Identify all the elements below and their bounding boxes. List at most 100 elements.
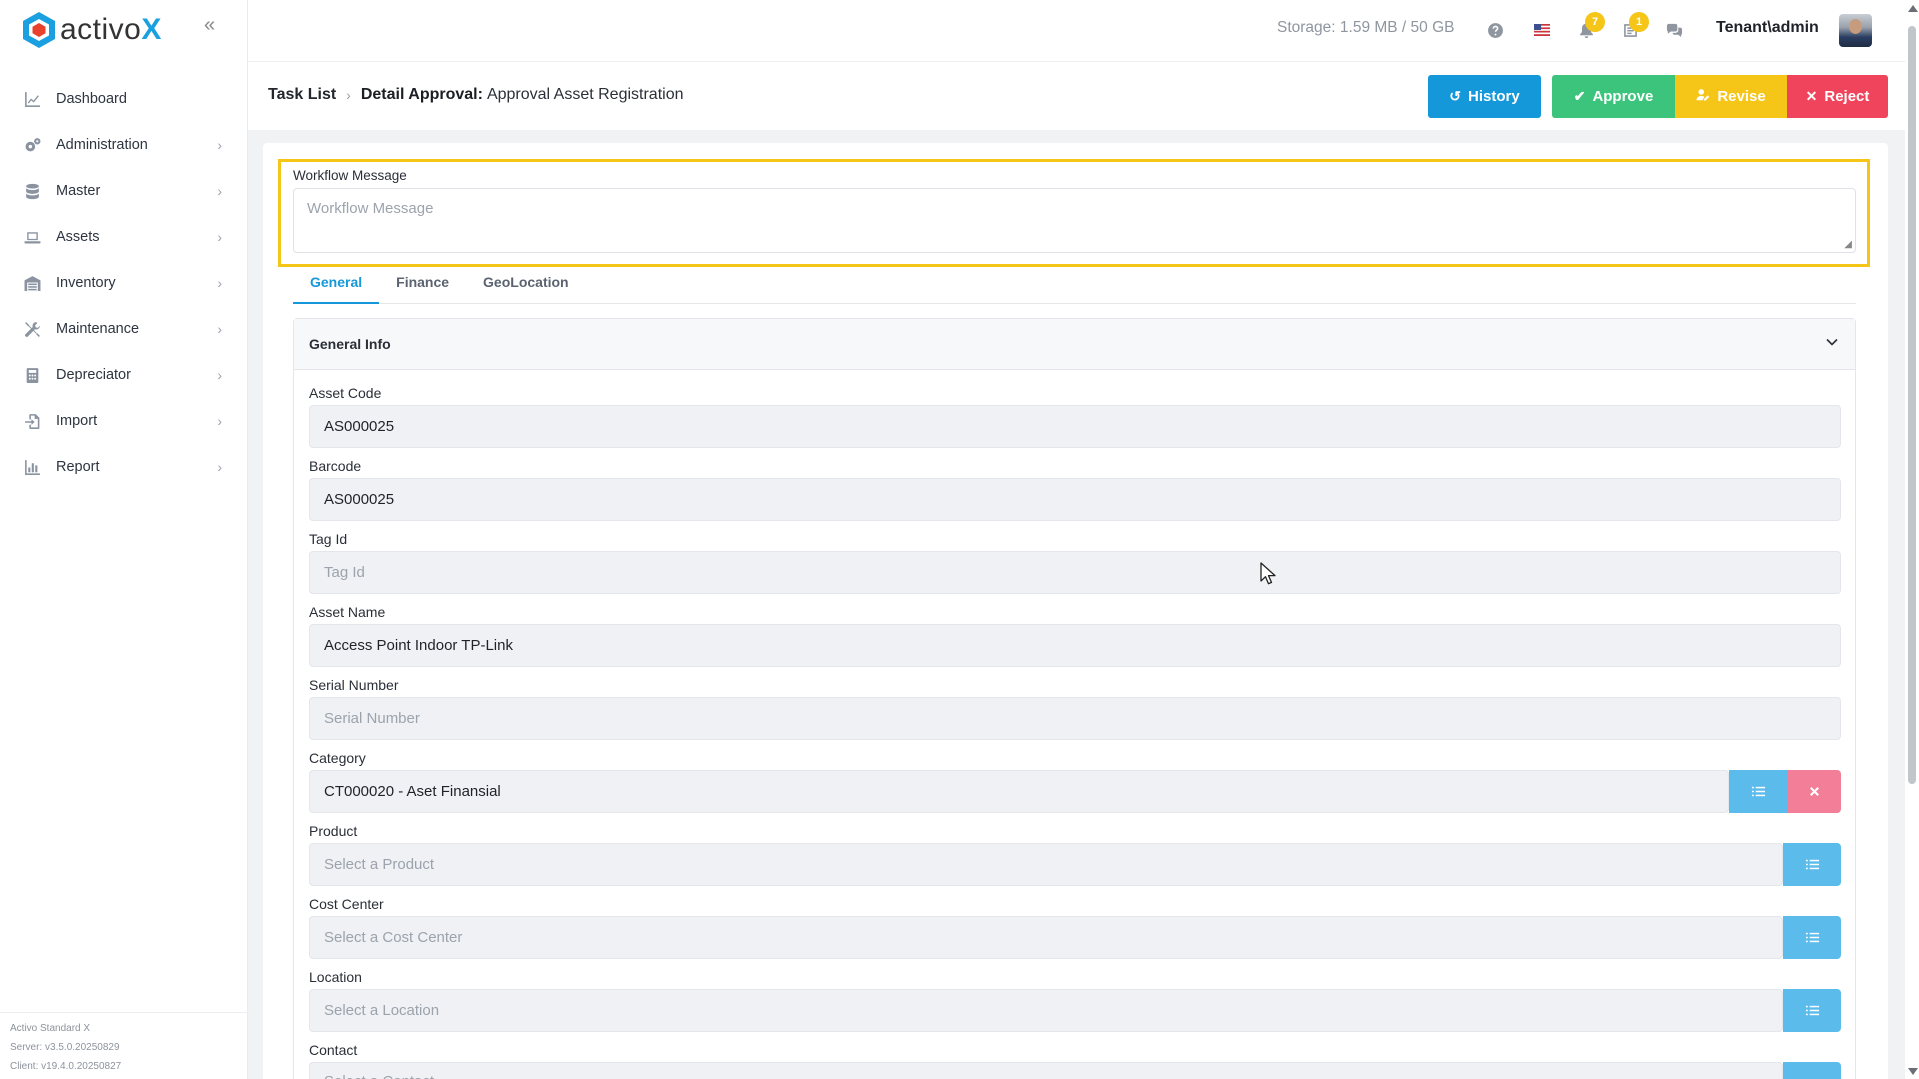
- barcode-field[interactable]: AS000025: [309, 478, 1841, 521]
- tasks-badge: 1: [1629, 12, 1649, 32]
- barcode-label: Barcode: [309, 458, 362, 474]
- sidebar-item-administration[interactable]: Administration ›: [0, 122, 248, 168]
- asset-name-label: Asset Name: [309, 604, 386, 620]
- sidebar-item-label: Import: [56, 413, 98, 429]
- breadcrumb: Task List › Detail Approval: Approval As…: [268, 86, 683, 104]
- sidebar-item-label: Depreciator: [56, 367, 131, 383]
- cost-center-label: Cost Center: [309, 896, 384, 912]
- tab-geolocation[interactable]: GeoLocation: [466, 270, 586, 304]
- chevron-down-icon: [1826, 338, 1838, 346]
- sidebar-item-depreciator[interactable]: Depreciator ›: [0, 352, 248, 398]
- tag-id-field[interactable]: Tag Id: [309, 551, 1841, 594]
- location-select[interactable]: Select a Location: [309, 989, 1783, 1032]
- server-version: Server: v3.5.0.20250829: [10, 1042, 120, 1053]
- asset-code-label: Asset Code: [309, 385, 382, 401]
- resize-handle-icon[interactable]: ◢: [1844, 239, 1852, 250]
- asset-name-field[interactable]: Access Point Indoor TP-Link: [309, 624, 1841, 667]
- action-buttons: ↺ History ✔ Approve Revise ✕ Reject: [1428, 75, 1888, 118]
- storage-usage: Storage: 1.59 MB / 50 GB: [1277, 19, 1455, 36]
- calculator-icon: [22, 365, 42, 385]
- workflow-message-label: Workflow Message: [293, 168, 407, 183]
- sidebar-item-label: Inventory: [56, 275, 116, 291]
- chevron-right-icon: ›: [217, 183, 222, 199]
- contact-select-button[interactable]: [1783, 1062, 1841, 1079]
- version-info: Activo Standard X Server: v3.5.0.2025082…: [0, 1012, 248, 1079]
- location-select-button[interactable]: [1783, 989, 1841, 1032]
- approve-button[interactable]: ✔ Approve: [1552, 75, 1675, 118]
- check-icon: ✔: [1573, 88, 1586, 104]
- contact-label: Contact: [309, 1042, 358, 1058]
- cost-center-select[interactable]: Select a Cost Center: [309, 916, 1783, 959]
- contact-select[interactable]: Select a Contact: [309, 1062, 1783, 1079]
- chevron-right-icon: ›: [217, 367, 222, 383]
- location-label: Location: [309, 969, 362, 985]
- asset-code-field[interactable]: AS000025: [309, 405, 1841, 448]
- close-icon: [1809, 787, 1819, 796]
- sidebar-item-assets[interactable]: Assets ›: [0, 214, 248, 260]
- product-label: Product: [309, 823, 358, 839]
- sidebar-item-label: Assets: [56, 229, 100, 245]
- category-label: Category: [309, 750, 366, 766]
- tag-id-label: Tag Id: [309, 531, 348, 547]
- product-select-button[interactable]: [1783, 843, 1841, 886]
- help-icon[interactable]: [1485, 20, 1505, 40]
- page-title: Approval Asset Registration: [486, 86, 684, 103]
- us-flag-icon[interactable]: [1532, 20, 1552, 40]
- sidebar-item-dashboard[interactable]: Dashboard: [0, 76, 248, 122]
- history-icon: ↺: [1449, 88, 1462, 104]
- edition-text: Activo Standard X: [10, 1023, 91, 1034]
- scroll-down-icon[interactable]: [1908, 1068, 1918, 1075]
- tasks-icon[interactable]: 1: [1620, 12, 1649, 40]
- sidebar: activoX « Dashboard Administration › Mas…: [0, 0, 248, 1079]
- tab-general[interactable]: General: [293, 270, 380, 304]
- scroll-up-icon[interactable]: [1908, 5, 1918, 12]
- serial-number-field[interactable]: Serial Number: [309, 697, 1841, 740]
- tab-finance[interactable]: Finance: [379, 270, 466, 304]
- hexagon-logo-icon: [23, 12, 55, 48]
- sidebar-item-label: Report: [56, 459, 100, 475]
- user-edit-icon: [1696, 88, 1710, 105]
- sidebar-item-label: Master: [56, 183, 101, 199]
- chevron-right-icon: ›: [217, 321, 222, 337]
- tools-icon: [22, 319, 42, 339]
- chat-icon[interactable]: [1664, 20, 1684, 40]
- history-button[interactable]: ↺ History: [1428, 75, 1541, 118]
- sidebar-item-master[interactable]: Master ›: [0, 168, 248, 214]
- logo-text: activoX: [60, 13, 162, 46]
- chevron-right-icon: ›: [217, 413, 222, 429]
- topbar: Storage: 1.59 MB / 50 GB 7 1 Tenant\admi…: [248, 0, 1905, 62]
- collapse-sidebar-icon[interactable]: «: [204, 15, 222, 35]
- product-select[interactable]: Select a Product: [309, 843, 1783, 886]
- cogs-icon: [22, 135, 42, 155]
- page-scrollbar[interactable]: [1905, 0, 1919, 1079]
- app-logo[interactable]: activoX: [22, 10, 162, 50]
- category-field[interactable]: CT000020 - Aset Finansial: [309, 770, 1729, 813]
- sidebar-item-import[interactable]: Import ›: [0, 398, 248, 444]
- notification-badge: 7: [1585, 12, 1605, 32]
- sidebar-item-maintenance[interactable]: Maintenance ›: [0, 306, 248, 352]
- warehouse-icon: [22, 273, 42, 293]
- sidebar-item-report[interactable]: Report ›: [0, 444, 248, 490]
- file-import-icon: [22, 411, 42, 431]
- sidebar-item-label: Dashboard: [56, 91, 127, 107]
- workflow-message-textarea[interactable]: Workflow Message ◢: [293, 188, 1856, 253]
- tab-bar: General Finance GeoLocation: [293, 270, 1856, 304]
- database-icon: [22, 181, 42, 201]
- cost-center-select-button[interactable]: [1783, 916, 1841, 959]
- list-icon: [1805, 1005, 1819, 1016]
- avatar[interactable]: [1839, 14, 1872, 47]
- bell-icon[interactable]: 7: [1576, 12, 1605, 40]
- list-icon: [1805, 859, 1819, 870]
- sidebar-item-inventory[interactable]: Inventory ›: [0, 260, 248, 306]
- breadcrumb-task-list[interactable]: Task List: [268, 86, 336, 104]
- reject-button[interactable]: ✕ Reject: [1787, 75, 1888, 118]
- client-version: Client: v19.4.0.20250827: [10, 1061, 122, 1072]
- list-icon: [1751, 786, 1765, 797]
- revise-button[interactable]: Revise: [1675, 75, 1787, 118]
- category-clear-button[interactable]: [1787, 770, 1841, 813]
- general-info-header[interactable]: General Info: [294, 319, 1855, 370]
- user-name[interactable]: Tenant\admin: [1716, 19, 1819, 37]
- category-select-button[interactable]: [1729, 770, 1787, 813]
- chevron-right-icon: ›: [217, 275, 222, 291]
- scrollbar-thumb[interactable]: [1908, 26, 1916, 784]
